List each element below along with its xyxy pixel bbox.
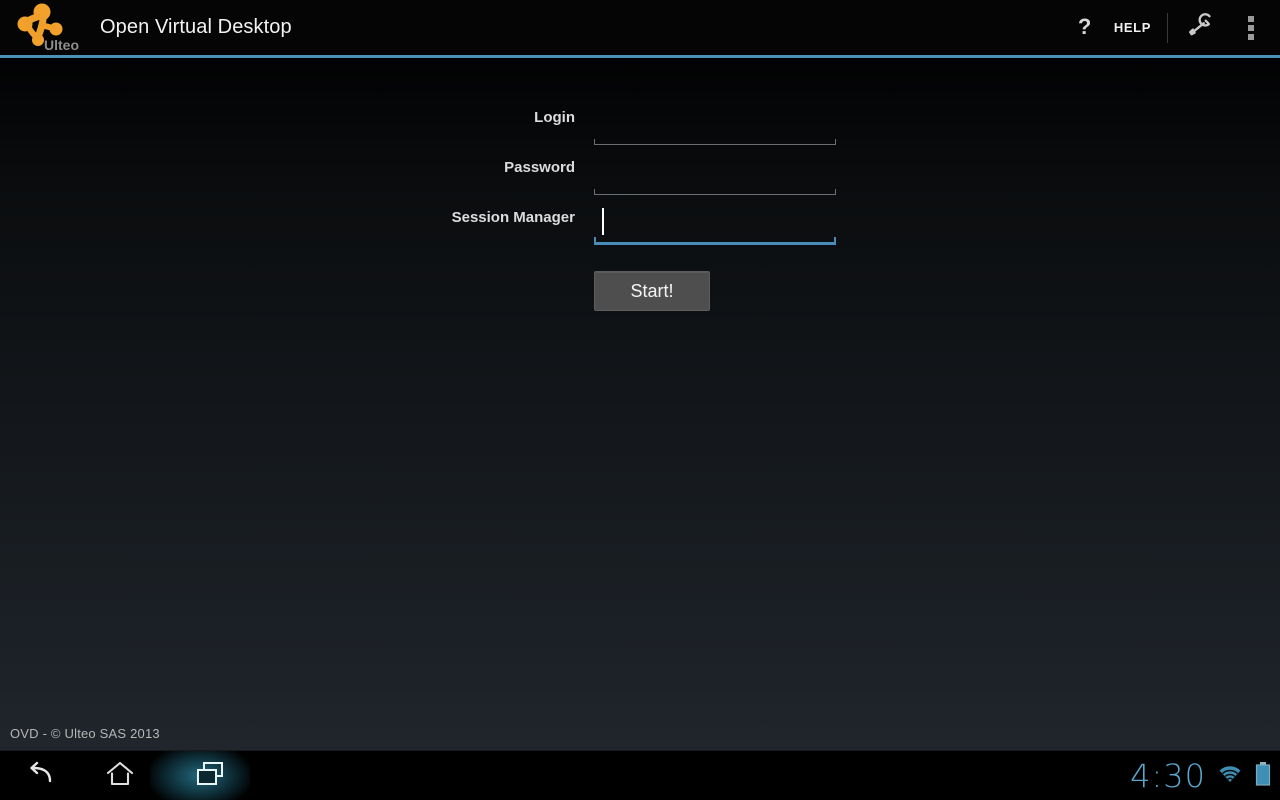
help-label: HELP	[1113, 20, 1151, 35]
field-row-password: Password	[0, 155, 1280, 205]
login-label: Login	[534, 109, 575, 126]
text-cursor	[602, 208, 604, 235]
session-manager-underline	[594, 237, 836, 245]
question-mark-icon: ?	[1077, 14, 1092, 39]
start-button[interactable]: Start!	[594, 271, 710, 311]
screen-root: Ulteo Open Virtual Desktop ? HELP Login …	[0, 0, 1280, 800]
battery-icon[interactable]	[1254, 761, 1272, 792]
password-input-wrap	[594, 155, 836, 195]
overflow-menu-button[interactable]	[1228, 0, 1274, 55]
password-underline	[594, 187, 836, 195]
copyright-notice: OVD - © Ulteo SAS 2013	[10, 726, 160, 741]
android-navigation-bar: 4:30	[0, 750, 1280, 800]
home-icon	[106, 761, 134, 792]
recent-apps-icon	[195, 760, 225, 793]
status-icons: 4:30	[1130, 751, 1272, 800]
login-input[interactable]	[594, 105, 836, 138]
submit-row: Start!	[0, 271, 1280, 311]
password-input[interactable]	[594, 155, 836, 188]
login-underline	[594, 137, 836, 145]
session-manager-input[interactable]	[594, 205, 836, 238]
home-button[interactable]	[80, 751, 160, 800]
overflow-menu-icon	[1248, 15, 1254, 40]
wrench-icon	[1185, 10, 1215, 45]
ulteo-logo: Ulteo	[12, 2, 96, 54]
field-row-login: Login	[0, 105, 1280, 155]
password-label: Password	[504, 159, 575, 176]
status-clock[interactable]: 4:30	[1130, 760, 1206, 792]
session-manager-input-wrap	[594, 205, 836, 245]
logo-wordmark: Ulteo	[44, 37, 79, 53]
wifi-icon[interactable]	[1216, 762, 1244, 791]
page-title: Open Virtual Desktop	[100, 16, 292, 38]
header-divider	[1167, 12, 1168, 43]
header-actions: ? HELP	[1078, 0, 1280, 55]
main-content: Login Password Session Manager Start! OV…	[0, 58, 1280, 750]
session-manager-label: Session Manager	[451, 209, 575, 226]
submit-spacer	[0, 271, 594, 311]
back-arrow-icon	[25, 761, 55, 792]
help-button[interactable]: ? HELP	[1078, 0, 1163, 55]
field-row-session-manager: Session Manager	[0, 205, 1280, 255]
settings-button[interactable]	[1172, 0, 1228, 55]
login-input-wrap	[594, 105, 836, 145]
back-button[interactable]	[0, 751, 80, 800]
login-form: Login Password Session Manager Start!	[0, 105, 1280, 311]
nav-buttons	[0, 751, 260, 800]
app-header: Ulteo Open Virtual Desktop ? HELP	[0, 0, 1280, 55]
recent-apps-button[interactable]	[160, 751, 260, 800]
